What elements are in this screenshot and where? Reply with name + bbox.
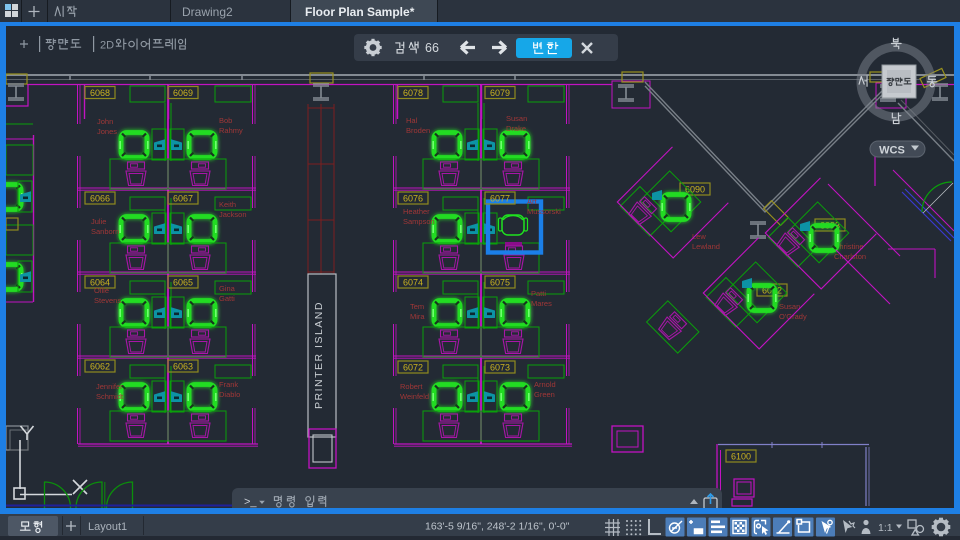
svg-text:Weinfeld: Weinfeld: [400, 392, 429, 401]
svg-text:Stevens: Stevens: [94, 296, 121, 305]
svg-text:6062: 6062: [90, 362, 110, 372]
svg-text:>_: >_: [244, 496, 257, 508]
svg-text:Layout1: Layout1: [88, 521, 127, 533]
svg-text:Keith: Keith: [219, 200, 236, 209]
svg-text:66: 66: [425, 41, 439, 55]
svg-text:6067: 6067: [173, 194, 193, 204]
svg-text:Ollie: Ollie: [94, 286, 109, 295]
svg-text:Rahmy: Rahmy: [219, 126, 243, 135]
svg-text:Patti: Patti: [531, 289, 546, 298]
svg-text:Arnold: Arnold: [534, 380, 556, 389]
svg-text:Susan: Susan: [506, 114, 527, 123]
svg-text:WCS: WCS: [879, 145, 905, 157]
svg-text:6072: 6072: [403, 363, 423, 373]
svg-text:6066: 6066: [90, 194, 110, 204]
svg-text:Gatti: Gatti: [219, 294, 235, 303]
svg-text:Broden: Broden: [406, 126, 430, 135]
svg-text:Sanborn: Sanborn: [91, 227, 119, 236]
svg-text:Jones: Jones: [97, 127, 117, 136]
svg-text:6075: 6075: [490, 278, 510, 288]
svg-text:6076: 6076: [403, 194, 423, 204]
svg-text:6069: 6069: [173, 88, 193, 98]
svg-text:Robert: Robert: [400, 382, 423, 391]
svg-text:O'Grady: O'Grady: [779, 312, 807, 321]
svg-text:1:1: 1:1: [878, 522, 893, 534]
svg-text:6063: 6063: [173, 362, 193, 372]
svg-text:Bob: Bob: [219, 116, 232, 125]
svg-text:2D: 2D: [100, 40, 114, 52]
svg-text:Mares: Mares: [531, 299, 552, 308]
svg-text:Art: Art: [527, 197, 538, 206]
svg-text:163'-5 9/16", 248'-2 1/16", 0': 163'-5 9/16", 248'-2 1/16", 0'-0": [425, 521, 570, 533]
svg-text:Floor Plan Sample*: Floor Plan Sample*: [305, 5, 415, 19]
svg-text:John: John: [97, 117, 113, 126]
svg-text:Lewland: Lewland: [692, 242, 720, 251]
svg-text:Mussorski: Mussorski: [527, 207, 561, 216]
svg-text:PRINTER ISLAND: PRINTER ISLAND: [313, 301, 325, 409]
svg-text:6100: 6100: [731, 452, 751, 462]
svg-text:6074: 6074: [403, 278, 423, 288]
svg-text:Green: Green: [534, 390, 555, 399]
svg-text:6073: 6073: [490, 363, 510, 373]
svg-text:Hal: Hal: [406, 116, 418, 125]
svg-text:Diablo: Diablo: [219, 390, 240, 399]
svg-text:Tem: Tem: [410, 302, 424, 311]
svg-text:Mira: Mira: [410, 312, 425, 321]
svg-text:Sampson: Sampson: [403, 217, 435, 226]
svg-text:Jackson: Jackson: [219, 210, 247, 219]
svg-text:6079: 6079: [490, 88, 510, 98]
svg-text:Schmidt: Schmidt: [96, 392, 124, 401]
svg-text:6065: 6065: [173, 278, 193, 288]
svg-text:Gina: Gina: [219, 284, 236, 293]
svg-text:Drawing2: Drawing2: [182, 5, 233, 19]
svg-text:Heather: Heather: [403, 207, 430, 216]
svg-text:6068: 6068: [90, 88, 110, 98]
svg-text:Drake: Drake: [506, 124, 526, 133]
svg-text:6077: 6077: [490, 194, 510, 204]
svg-text:Frank: Frank: [219, 380, 238, 389]
svg-text:Julie: Julie: [91, 217, 106, 226]
svg-text:Susan: Susan: [779, 302, 800, 311]
svg-text:6078: 6078: [403, 88, 423, 98]
svg-text:Jennifer: Jennifer: [96, 382, 123, 391]
